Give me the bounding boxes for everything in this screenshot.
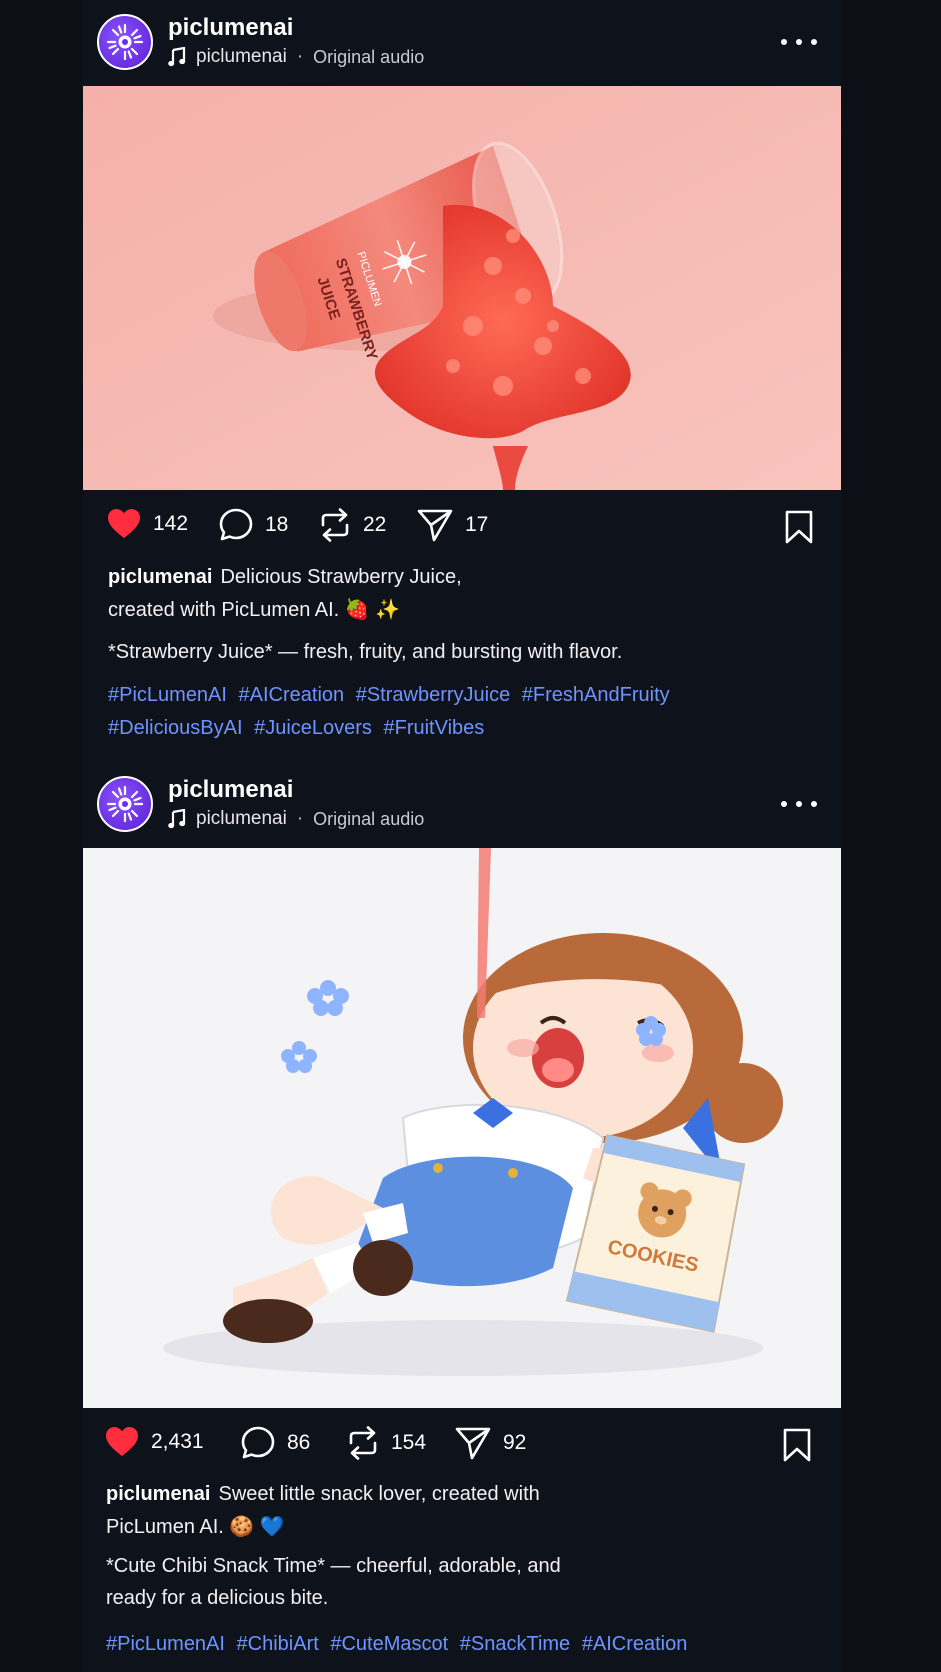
post-header: piclumenai piclumenai · Original audio (83, 0, 841, 86)
piclumen-logo-icon (106, 785, 144, 823)
audio-separator: · (296, 808, 304, 829)
comment-button[interactable]: 86 (241, 1426, 310, 1460)
hashtag[interactable]: #StrawberryJuice (356, 684, 511, 706)
send-icon (455, 1427, 491, 1460)
caption-author[interactable]: piclumenai (108, 566, 212, 588)
heart-icon (106, 1427, 138, 1456)
audio-label: Original audio (313, 808, 425, 829)
repost-button[interactable]: 154 (347, 1426, 426, 1460)
comment-icon (219, 508, 253, 541)
hashtag[interactable]: #FreshAndFruity (522, 684, 670, 706)
bookmark-button[interactable] (783, 1428, 811, 1467)
audio-author: piclumenai (196, 46, 287, 67)
piclumen-logo-icon (106, 23, 144, 61)
strawberry-juice-image: STRAWBERRY JUICE PICLUMEN (83, 86, 841, 490)
more-options-button[interactable] (781, 30, 817, 54)
hashtag[interactable]: #FruitVibes (383, 717, 484, 739)
post-caption: piclumenai Sweet little snack lover, crea… (106, 1478, 706, 1544)
caption-author[interactable]: piclumenai (106, 1483, 210, 1505)
comment-count: 86 (287, 1431, 311, 1454)
post-actions: 142 18 22 17 (83, 498, 841, 558)
music-note-icon (168, 809, 186, 829)
like-count: 2,431 (151, 1430, 204, 1453)
caption-text-line2: PicLumen AI. (106, 1516, 224, 1538)
author-name[interactable]: piclumenai (168, 14, 293, 42)
bookmark-button[interactable] (785, 510, 813, 549)
repost-count: 154 (391, 1431, 427, 1454)
comment-button[interactable]: 18 (219, 508, 288, 542)
repost-count: 22 (363, 513, 387, 536)
repost-button[interactable]: 22 (319, 508, 386, 542)
subcaption-line1: *Cute Chibi Snack Time* — cheerful, ador… (106, 1555, 561, 1577)
hashtag[interactable]: #AICreation (582, 1633, 688, 1655)
hashtag[interactable]: #AICreation (239, 684, 345, 706)
hashtag[interactable]: #ChibiArt (237, 1633, 319, 1655)
more-icon-dot (796, 39, 802, 45)
author-name[interactable]: piclumenai (168, 776, 293, 804)
hashtags: #PicLumenAI #AICreation #StrawberryJuice… (108, 679, 808, 745)
repost-icon (321, 508, 349, 542)
feed: piclumenai piclumenai · Original audio S… (83, 0, 841, 1672)
hashtag[interactable]: #CuteMascot (330, 1633, 448, 1655)
like-button[interactable]: 2,431 (105, 1426, 204, 1458)
post-image-strawberry-juice[interactable]: STRAWBERRY JUICE PICLUMEN (83, 86, 841, 490)
hashtags: #PicLumenAI #ChibiArt #CuteMascot #Snack… (106, 1628, 806, 1661)
repost-icon (349, 1426, 377, 1460)
share-button[interactable]: 92 (455, 1426, 526, 1460)
music-note-icon (168, 47, 186, 67)
hashtag[interactable]: #PicLumenAI (108, 684, 227, 706)
caption-emoji: 🍓 ✨ (344, 599, 401, 621)
more-icon-dot (811, 801, 817, 807)
hashtag[interactable]: #JuiceLovers (254, 717, 372, 739)
post-caption: piclumenai Delicious Strawberry Juice, cr… (108, 561, 708, 627)
comment-count: 18 (265, 513, 289, 536)
hashtag[interactable]: #SnackTime (460, 1633, 570, 1655)
post-subcaption: *Strawberry Juice* — fresh, fruity, and … (108, 641, 623, 663)
more-icon-dot (811, 39, 817, 45)
audio-label: Original audio (313, 46, 425, 67)
caption-emoji: 🍪 💙 (229, 1516, 285, 1538)
caption-text-line1: Delicious Strawberry Juice, (220, 566, 462, 588)
more-icon (781, 801, 787, 807)
avatar[interactable] (97, 14, 153, 70)
bookmark-icon (785, 510, 813, 544)
caption-text-line1: Sweet little snack lover, created with (218, 1483, 540, 1505)
hashtag[interactable]: #PicLumenAI (106, 1633, 225, 1655)
post-image-chibi[interactable]: COOKIES (83, 848, 841, 1408)
post-header: piclumenai piclumenai · Original audio (83, 762, 841, 848)
subcaption-line2: ready for a delicious bite. (106, 1587, 329, 1609)
like-button[interactable]: 142 (107, 508, 188, 540)
more-icon (781, 39, 787, 45)
audio-row[interactable]: piclumenai · Original audio (168, 808, 424, 830)
post-subcaption: *Cute Chibi Snack Time* — cheerful, ador… (106, 1550, 806, 1614)
more-options-button[interactable] (781, 792, 817, 816)
avatar[interactable] (97, 776, 153, 832)
send-icon (417, 509, 453, 542)
bookmark-icon (783, 1428, 811, 1462)
comment-icon (241, 1426, 275, 1459)
audio-row[interactable]: piclumenai · Original audio (168, 46, 424, 68)
heart-icon (108, 509, 140, 538)
post-actions: 2,431 86 154 92 (83, 1416, 841, 1476)
share-button[interactable]: 17 (417, 508, 488, 542)
like-count: 142 (153, 512, 189, 535)
share-count: 17 (465, 513, 489, 536)
more-icon-dot (796, 801, 802, 807)
audio-author: piclumenai (196, 808, 287, 829)
hashtag[interactable]: #DeliciousByAI (108, 717, 243, 739)
audio-separator: · (296, 46, 304, 67)
caption-text-line2: created with PicLumen AI. (108, 599, 340, 621)
chibi-snack-image: COOKIES (83, 848, 841, 1408)
share-count: 92 (503, 1431, 527, 1454)
